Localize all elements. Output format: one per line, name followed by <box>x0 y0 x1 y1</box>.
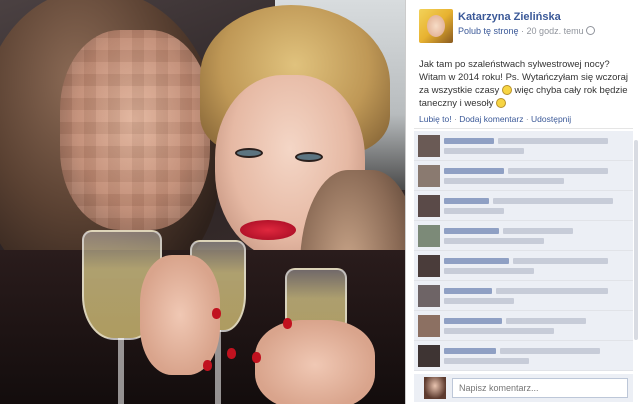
like-button[interactable]: Lubię to! <box>419 114 452 124</box>
commenter-avatar[interactable] <box>418 195 440 217</box>
action-separator: · <box>523 114 532 124</box>
comment-item <box>414 191 633 221</box>
comment-text-blurred <box>444 178 564 184</box>
comment-text-blurred <box>508 168 608 174</box>
commenter-name-blurred <box>444 348 496 354</box>
comment-composer <box>414 374 633 402</box>
photo-eye-left <box>235 148 263 158</box>
commenter-avatar[interactable] <box>418 315 440 337</box>
commenter-name-blurred <box>444 138 494 144</box>
glass-stem-1 <box>118 338 124 404</box>
comment-item <box>414 251 633 281</box>
globe-icon <box>585 26 595 35</box>
commenter-name-blurred <box>444 198 489 204</box>
smiley-icon <box>501 85 512 95</box>
commenter-avatar[interactable] <box>418 135 440 157</box>
photo-lips <box>240 220 296 240</box>
post-header: Katarzyna Zielińska Polub tę stronę · 20… <box>406 0 640 50</box>
post-photo[interactable] <box>0 0 405 404</box>
comment-text-blurred <box>493 198 613 204</box>
photo-nail <box>203 360 212 371</box>
comment-text-blurred <box>444 238 544 244</box>
page-avatar[interactable] <box>419 9 453 43</box>
comment-text-blurred <box>506 318 586 324</box>
comment-text-blurred <box>444 358 529 364</box>
commenter-name-blurred <box>444 228 499 234</box>
photo-nail <box>283 318 292 329</box>
photo-hand-right <box>255 320 375 404</box>
commenter-name-blurred <box>444 258 509 264</box>
comment-text-blurred <box>498 138 608 144</box>
comment-item <box>414 311 633 341</box>
comment-text-blurred <box>513 258 608 264</box>
comment-item <box>414 281 633 311</box>
commenter-name-blurred <box>444 168 504 174</box>
photo-hand-left <box>140 255 220 375</box>
commenter-avatar[interactable] <box>418 165 440 187</box>
comment-text-blurred <box>444 148 524 154</box>
comment-item <box>414 341 633 371</box>
comment-text-blurred <box>496 288 608 294</box>
commenter-name-blurred <box>444 318 502 324</box>
post-side-panel: Katarzyna Zielińska Polub tę stronę · 20… <box>405 0 640 404</box>
commenter-avatar[interactable] <box>418 225 440 247</box>
share-button[interactable]: Udostępnij <box>531 114 571 124</box>
post-actions: Lubię to! · Dodaj komentarz · Udostępnij <box>419 114 571 124</box>
post-meta: Polub tę stronę · 20 godz. temu <box>458 26 595 36</box>
current-user-avatar <box>424 377 446 399</box>
comment-text-blurred <box>444 208 504 214</box>
photo-eye-right <box>295 152 323 162</box>
add-comment-button[interactable]: Dodaj komentarz <box>459 114 523 124</box>
comment-text-blurred <box>444 268 534 274</box>
commenter-avatar[interactable] <box>418 285 440 307</box>
comment-item <box>414 221 633 251</box>
comment-text-blurred <box>500 348 600 354</box>
comment-text-blurred <box>503 228 573 234</box>
meta-separator: · <box>518 26 527 36</box>
photo-nail <box>227 348 236 359</box>
post-message: Jak tam po szaleństwach sylwestrowej noc… <box>419 58 631 110</box>
comments-list-blurred <box>414 131 633 371</box>
comments-scrollbar[interactable] <box>634 140 638 340</box>
comment-item <box>414 131 633 161</box>
photo-person-left-face-blurred <box>60 30 210 230</box>
actions-divider <box>414 128 633 129</box>
commenter-name-blurred <box>444 288 492 294</box>
comment-text-blurred <box>444 328 554 334</box>
photo-nail <box>252 352 261 363</box>
like-page-link[interactable]: Polub tę stronę <box>458 26 519 36</box>
comment-input[interactable] <box>452 378 628 398</box>
post-timestamp[interactable]: 20 godz. temu <box>527 26 584 36</box>
comment-item <box>414 161 633 191</box>
smiley-icon <box>496 98 507 108</box>
page-name-link[interactable]: Katarzyna Zielińska <box>458 11 561 23</box>
comment-text-blurred <box>444 298 514 304</box>
commenter-avatar[interactable] <box>418 255 440 277</box>
photo-nail <box>212 308 221 319</box>
commenter-avatar[interactable] <box>418 345 440 367</box>
